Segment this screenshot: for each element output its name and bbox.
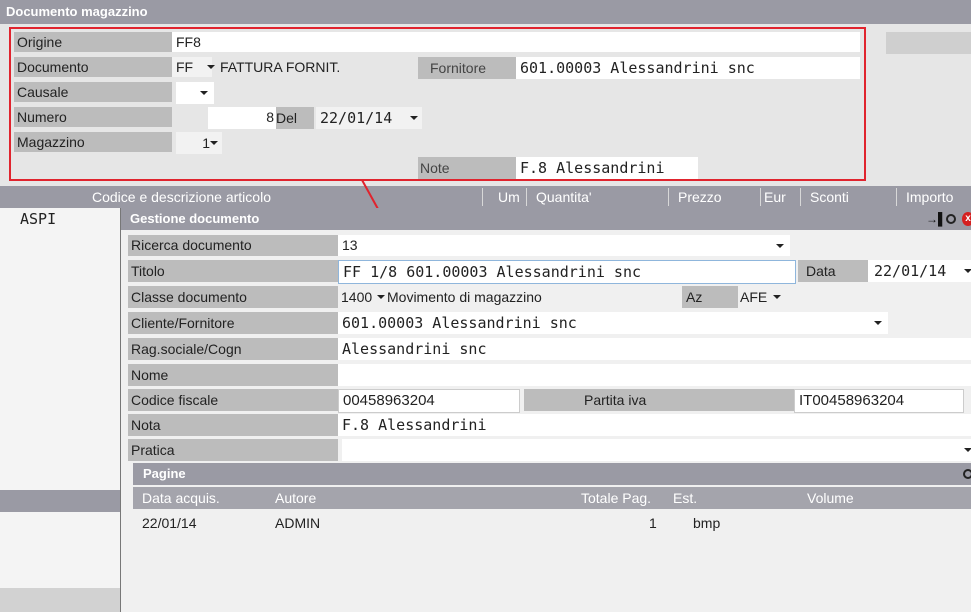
- pagine-title: Pagine: [143, 466, 186, 481]
- grid-header-prezzo[interactable]: Prezzo: [678, 186, 722, 208]
- piva-label: Partita iva: [524, 389, 794, 411]
- ragsoc-field[interactable]: Alessandrini snc: [338, 338, 971, 360]
- col-volume[interactable]: Volume: [807, 487, 854, 509]
- table-row[interactable]: 22/01/14 ADMIN 1 bmp: [133, 512, 971, 534]
- grid-header: Codice e descrizione articolo Um Quantit…: [0, 186, 971, 208]
- data-dropdown-icon[interactable]: [964, 269, 971, 273]
- grid-header-sconti[interactable]: Sconti: [810, 186, 849, 208]
- cliente-field[interactable]: 601.00003 Alessandrini snc: [338, 312, 888, 334]
- codfisc-label: Codice fiscale: [128, 389, 338, 411]
- cliente-label: Cliente/Fornitore: [128, 312, 338, 334]
- nota-label: Nota: [128, 414, 338, 436]
- az-field[interactable]: AFE: [740, 286, 790, 308]
- grid-lower-band: [0, 490, 120, 512]
- data-field[interactable]: 22/01/14: [868, 260, 971, 282]
- classe-code: 1400: [341, 289, 373, 305]
- cliente-value: 601.00003 Alessandrini snc: [342, 314, 577, 332]
- grid-bottom-panel: [0, 588, 120, 612]
- titolo-field[interactable]: FF 1/8 601.00003 Alessandrini snc: [338, 260, 796, 284]
- data-value: 22/01/14: [874, 262, 947, 280]
- pin-icon[interactable]: →▌: [926, 211, 947, 227]
- circle-icon[interactable]: [946, 214, 956, 224]
- col-autore[interactable]: Autore: [275, 487, 316, 509]
- grid-header-um[interactable]: Um: [498, 186, 520, 208]
- ricerca-value: 13: [342, 237, 358, 253]
- codfisc-field[interactable]: 00458963204: [338, 389, 520, 413]
- ricerca-field[interactable]: 13: [338, 235, 790, 256]
- ricerca-label: Ricerca documento: [128, 235, 338, 256]
- grid-body: [0, 208, 120, 612]
- grid-header-codice[interactable]: Codice e descrizione articolo: [92, 186, 271, 208]
- col-data-acquis[interactable]: Data acquis.: [142, 487, 220, 509]
- pratica-field[interactable]: [342, 439, 971, 461]
- cliente-dropdown-icon[interactable]: [874, 321, 882, 325]
- ricerca-dropdown-icon[interactable]: [776, 244, 784, 248]
- close-icon[interactable]: x: [962, 212, 971, 226]
- highlight-rectangle: [9, 27, 866, 181]
- pagine-title-bar: Pagine: [133, 463, 971, 485]
- piva-field[interactable]: IT00458963204: [794, 389, 964, 413]
- grid-header-quantita[interactable]: Quantita': [536, 186, 592, 208]
- row-autore: ADMIN: [275, 515, 321, 531]
- row-totale: 1: [649, 515, 657, 531]
- pagine-circle-icon[interactable]: [963, 469, 971, 479]
- grid-header-eur[interactable]: Eur: [764, 186, 786, 208]
- nota-field[interactable]: F.8 Alessandrini: [338, 414, 971, 436]
- col-totale-pag[interactable]: Totale Pag.: [581, 487, 651, 509]
- outer-title: Documento magazzino: [6, 4, 148, 19]
- pratica-label: Pratica: [128, 439, 338, 461]
- row-data: 22/01/14: [142, 515, 197, 531]
- dialog-title: Gestione documento: [130, 211, 260, 226]
- az-dropdown-icon[interactable]: [773, 295, 781, 299]
- pratica-dropdown-icon[interactable]: [964, 448, 971, 452]
- nome-field[interactable]: [338, 364, 971, 386]
- classe-field[interactable]: 1400 Movimento di magazzino: [338, 286, 682, 308]
- outer-title-bar: Documento magazzino: [0, 0, 971, 24]
- az-label: Az: [682, 286, 738, 308]
- dialog-title-bar: Gestione documento: [121, 208, 971, 230]
- titolo-label: Titolo: [128, 260, 338, 282]
- az-value: AFE: [740, 289, 768, 305]
- grid-row-code[interactable]: ASPI: [20, 210, 56, 228]
- nome-label: Nome: [128, 364, 338, 386]
- classe-desc: Movimento di magazzino: [387, 289, 542, 305]
- pagine-header: Data acquis. Autore Totale Pag. Est. Vol…: [133, 487, 971, 509]
- ragsoc-label: Rag.sociale/Cogn: [128, 338, 338, 360]
- data-label: Data: [798, 260, 868, 282]
- row-est: bmp: [693, 515, 721, 531]
- grid-header-importo[interactable]: Importo: [906, 186, 953, 208]
- classe-dropdown-icon[interactable]: [377, 295, 385, 299]
- origine-side-panel: [886, 32, 971, 54]
- classe-label: Classe documento: [128, 286, 338, 308]
- col-est[interactable]: Est.: [673, 487, 697, 509]
